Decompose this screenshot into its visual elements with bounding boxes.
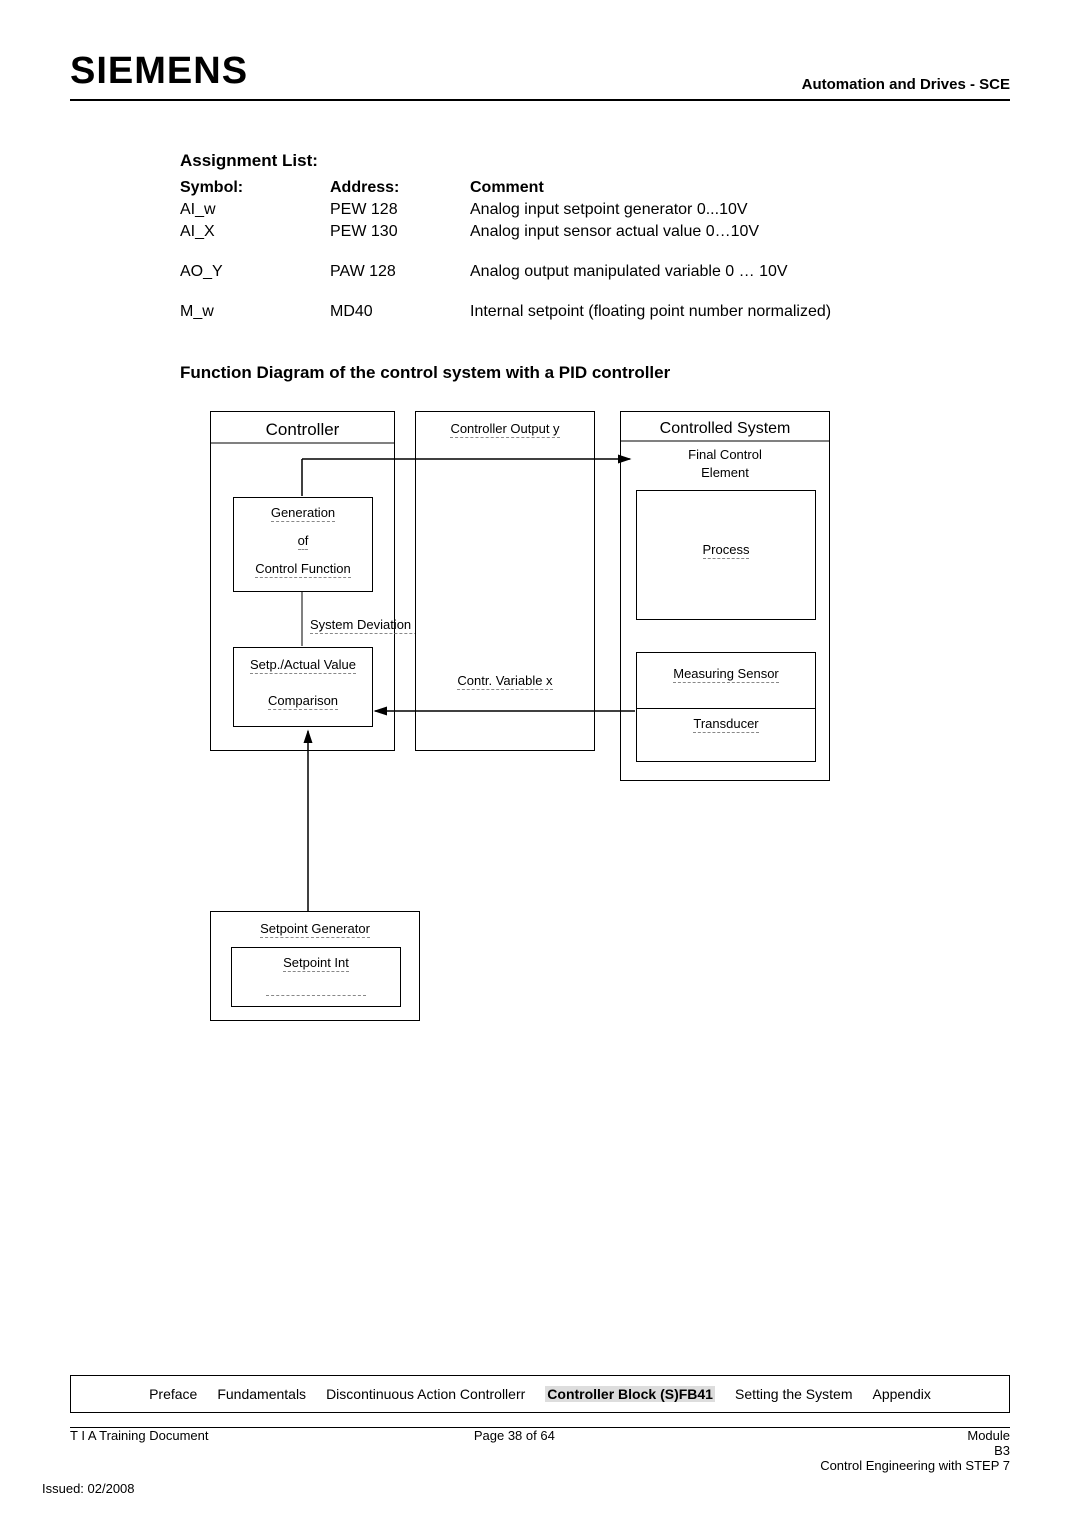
controller-output-box: Controller Output y Contr. Variable x (415, 411, 595, 751)
setpoint-int-box: Setpoint Int (231, 947, 401, 1007)
cell-symbol: AI_w (180, 199, 330, 221)
col-symbol: Symbol: (180, 177, 330, 199)
footer-right: Module B3 Control Engineering with STEP … (820, 1428, 1010, 1473)
cell-comment: Analog input sensor actual value 0…10V (470, 221, 859, 243)
nav-item[interactable]: Appendix (873, 1386, 931, 1402)
footer-center: Page 38 of 64 (474, 1428, 555, 1473)
document-page: SIEMENS Automation and Drives - SCE Assi… (0, 0, 1080, 1528)
footer-info: T I A Training Document Page 38 of 64 Mo… (70, 1428, 1010, 1473)
controller-header: Controller (211, 420, 394, 440)
final-control-label: Final Control (621, 446, 829, 464)
controlled-system-box: Controlled System Final Control Element … (620, 411, 830, 781)
cell-symbol: M_w (180, 301, 330, 323)
generation-box: Generation of Control Function (233, 497, 373, 592)
siemens-logo: SIEMENS (70, 50, 248, 93)
issued-date: Issued: 02/2008 (42, 1481, 135, 1496)
table-row: AO_Y PAW 128 Analog output manipulated v… (180, 261, 859, 283)
process-box: Process (636, 490, 816, 620)
cell-comment: Analog input setpoint generator 0...10V (470, 199, 859, 221)
cell-address: PEW 130 (330, 221, 470, 243)
cell-address: MD40 (330, 301, 470, 323)
footer-left: T I A Training Document (70, 1428, 209, 1473)
sensor-box: Measuring Sensor Transducer (636, 652, 816, 762)
footer-nav: Preface Fundamentals Discontinuous Actio… (70, 1375, 1010, 1413)
controller-header-text: Controller (266, 420, 340, 439)
table-row: M_w MD40 Internal setpoint (floating poi… (180, 301, 859, 323)
comparison-box: Setp./Actual Value Comparison (233, 647, 373, 727)
cell-comment: Analog output manipulated variable 0 … 1… (470, 261, 859, 283)
setpoint-int-label: Setpoint Int (232, 954, 400, 972)
setpoint-generator-label: Setpoint Generator (211, 920, 419, 938)
cell-comment: Internal setpoint (floating point number… (470, 301, 859, 323)
process-label: Process (637, 541, 815, 559)
col-comment: Comment (470, 177, 859, 199)
controller-output-label: Controller Output y (416, 420, 594, 438)
table-gap (180, 243, 859, 261)
cell-symbol: AI_X (180, 221, 330, 243)
transducer-label: Transducer (637, 715, 815, 733)
sensor-divider (637, 708, 815, 709)
contr-var-label: Contr. Variable x (416, 672, 594, 690)
controlled-system-header: Controlled System (621, 420, 829, 438)
page-header: SIEMENS Automation and Drives - SCE (70, 50, 1010, 101)
main-content: Assignment List: Symbol: Address: Commen… (70, 151, 890, 1031)
cell-address: PAW 128 (330, 261, 470, 283)
comparison-label: Comparison (234, 692, 372, 710)
nav-item[interactable]: Setting the System (735, 1386, 853, 1402)
header-subtitle: Automation and Drives - SCE (802, 76, 1010, 93)
control-function-label: Control Function (234, 560, 372, 578)
setpoint-generator-box: Setpoint Generator Setpoint Int (210, 911, 420, 1021)
measuring-sensor-label: Measuring Sensor (637, 665, 815, 683)
diagram-title: Function Diagram of the control system w… (180, 363, 890, 383)
nav-item[interactable]: Preface (149, 1386, 197, 1402)
table-row: AI_w PEW 128 Analog input setpoint gener… (180, 199, 859, 221)
function-diagram: Controller Generation of Control Functio… (210, 411, 910, 1031)
table-row: AI_X PEW 130 Analog input sensor actual … (180, 221, 859, 243)
setpoint-int-blank (232, 978, 400, 996)
nav-item[interactable]: Discontinuous Action Controllerr (326, 1386, 525, 1402)
assignment-table: Symbol: Address: Comment AI_w PEW 128 An… (180, 177, 859, 323)
table-header-row: Symbol: Address: Comment (180, 177, 859, 199)
assignment-title: Assignment List: (180, 151, 890, 171)
setp-actual-label: Setp./Actual Value (234, 656, 372, 674)
cell-address: PEW 128 (330, 199, 470, 221)
nav-item[interactable]: Fundamentals (217, 1386, 306, 1402)
cell-symbol: AO_Y (180, 261, 330, 283)
element-label: Element (621, 464, 829, 482)
generation-label: Generation (234, 504, 372, 522)
of-label: of (234, 532, 372, 550)
col-address: Address: (330, 177, 470, 199)
table-gap (180, 283, 859, 301)
nav-item-active[interactable]: Controller Block (S)FB41 (545, 1386, 715, 1402)
controller-box: Controller Generation of Control Functio… (210, 411, 395, 751)
